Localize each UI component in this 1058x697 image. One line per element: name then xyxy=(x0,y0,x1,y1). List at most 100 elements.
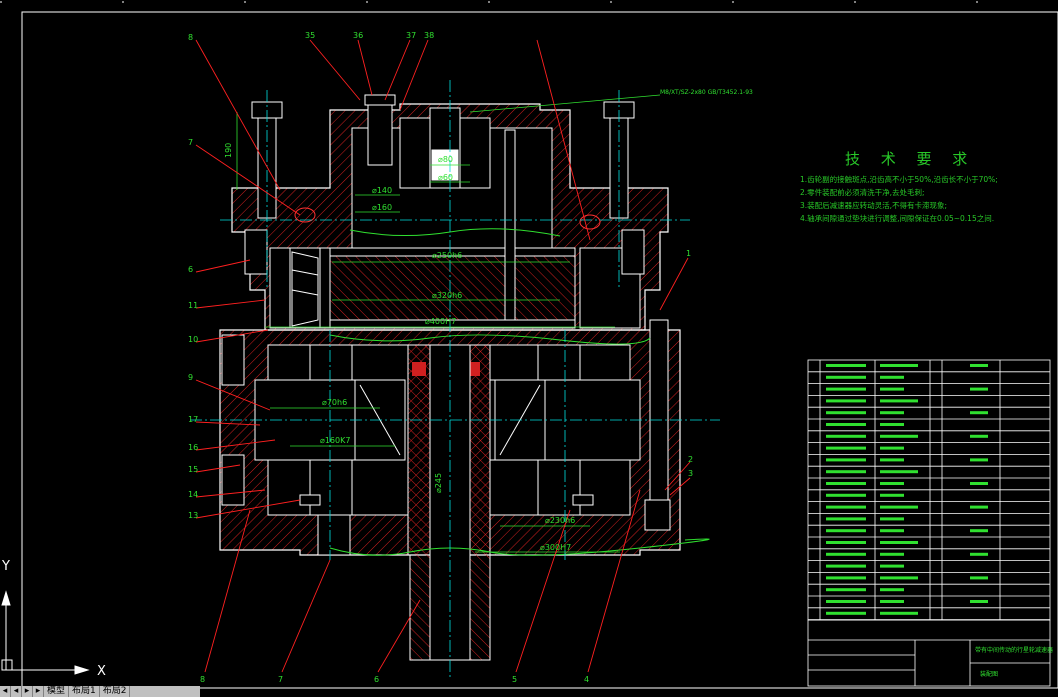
dim-d320: ⌀320h6 xyxy=(432,291,462,300)
part-row-name-13 xyxy=(880,517,904,521)
tab-layout2[interactable]: 布局2 xyxy=(100,686,131,697)
tech-item-3: 3.装配后减速器应转动灵活,不得有卡滞现象; xyxy=(800,201,948,210)
dim-d140: ⌀140 xyxy=(372,186,392,195)
dim-d245: ⌀245 xyxy=(434,473,443,493)
ucs-y-label: Y xyxy=(1,559,10,574)
balloon-left-0: 8 xyxy=(188,33,193,42)
dim-note-top: M8/XT/SZ-2x80 GB/T3452.1-93 xyxy=(660,89,753,96)
part-row-name-10 xyxy=(880,482,904,485)
part-row-material-20 xyxy=(970,600,988,603)
part-row-material-6 xyxy=(970,434,988,438)
balloon-top-3: 38 xyxy=(424,31,434,40)
cad-drawing[interactable]: 87611109171615141335 36 37 381238 7 6 5 4 ⌀250h… xyxy=(0,0,1058,697)
balloon-right-0: 1 xyxy=(686,249,691,258)
part-row-code-3 xyxy=(826,399,866,403)
part-row-material-14 xyxy=(970,529,988,533)
part-row-name-9 xyxy=(880,470,918,474)
balloon-bottom-4: 4 xyxy=(584,675,589,684)
balloon-right-1: 2 xyxy=(688,455,693,464)
part-row-name-6 xyxy=(880,434,918,438)
part-row-code-20 xyxy=(826,600,866,603)
part-row-name-21 xyxy=(880,611,918,615)
dim-190: 190 xyxy=(224,143,233,158)
part-row-code-7 xyxy=(826,446,866,450)
ucs-icon xyxy=(1,590,90,675)
part-row-name-2 xyxy=(880,387,904,391)
balloon-left-5: 9 xyxy=(188,373,193,382)
part-row-material-12 xyxy=(970,505,988,509)
part-row-code-8 xyxy=(826,458,866,462)
dim-d400: ⌀400H7 xyxy=(425,317,456,326)
part-row-name-20 xyxy=(880,600,904,603)
balloon-left-2: 6 xyxy=(188,265,193,274)
dim-d160: ⌀160 xyxy=(372,203,392,212)
dim-d300: ⌀300H7 xyxy=(540,543,571,552)
tab-nav-first-icon[interactable]: ◂ xyxy=(0,686,11,697)
part-row-name-19 xyxy=(880,588,904,592)
balloon-right-2: 3 xyxy=(688,469,693,478)
balloon-bottom-3: 5 xyxy=(512,675,517,684)
part-row-material-10 xyxy=(970,482,988,485)
part-row-material-8 xyxy=(970,458,988,462)
parts-list-table xyxy=(807,359,1051,621)
balloon-left-9: 14 xyxy=(188,490,198,499)
balloon-top-0: 35 xyxy=(305,31,315,40)
part-row-code-2 xyxy=(826,387,866,391)
balloon-left-8: 15 xyxy=(188,465,198,474)
drawing-canvas[interactable]: 8 7 6 11 10 9 17 16 15 14 13 35 36 37 38 1 2 3 8 7 6 5 4 ⌀250h… xyxy=(0,0,1058,697)
part-row-name-7 xyxy=(880,446,904,450)
balloon-left-7: 16 xyxy=(188,443,198,452)
part-row-name-12 xyxy=(880,505,918,509)
part-row-code-13 xyxy=(826,517,866,521)
dim-d70: ⌀70h6 xyxy=(322,398,347,407)
balloon-top-1: 36 xyxy=(353,31,363,40)
part-row-material-18 xyxy=(970,576,988,580)
part-row-name-14 xyxy=(880,529,904,533)
part-row-code-5 xyxy=(826,423,866,426)
part-row-name-16 xyxy=(880,552,904,556)
balloon-left-1: 7 xyxy=(188,138,193,147)
layout-tabs: ◂ ◂ ▸ ▸ 模型 布局1 布局2 xyxy=(0,686,200,697)
balloon-bottom-2: 6 xyxy=(374,675,379,684)
part-row-code-6 xyxy=(826,434,866,438)
part-row-code-4 xyxy=(826,411,866,415)
tech-item-2: 2.零件装配前必须清洗干净,去处毛刺; xyxy=(800,188,925,197)
drawing-subtitle: 装配图 xyxy=(980,670,998,678)
balloon-top-2: 37 xyxy=(406,31,416,40)
balloon-left-10: 13 xyxy=(188,511,198,520)
part-row-name-3 xyxy=(880,399,918,403)
part-row-name-8 xyxy=(880,458,904,462)
balloon-left-3: 11 xyxy=(188,301,198,310)
ucs-x-label: X xyxy=(97,664,106,679)
tab-nav-next-icon[interactable]: ▸ xyxy=(22,686,33,697)
dim-d60: ⌀60 xyxy=(438,173,453,182)
tech-title: 技 术 要 求 xyxy=(845,150,976,168)
part-row-code-11 xyxy=(826,493,866,497)
part-row-name-17 xyxy=(880,564,904,568)
tab-nav-prev-icon[interactable]: ◂ xyxy=(11,686,22,697)
part-row-code-17 xyxy=(826,564,866,568)
tab-model[interactable]: 模型 xyxy=(44,686,70,697)
tech-item-1: 1.齿轮副的接触斑点,沿齿高不小于50%,沿齿长不小于70%; xyxy=(800,175,998,184)
tab-layout1[interactable]: 布局1 xyxy=(69,686,100,697)
part-row-material-16 xyxy=(970,552,988,556)
part-row-code-16 xyxy=(826,552,866,556)
dim-d250: ⌀250h6 xyxy=(432,251,462,260)
balloon-left-6: 17 xyxy=(188,415,198,424)
part-row-name-15 xyxy=(880,541,918,544)
part-row-name-4 xyxy=(880,411,904,415)
balloon-left-4: 10 xyxy=(188,335,198,344)
part-row-code-21 xyxy=(826,611,866,615)
part-row-code-12 xyxy=(826,505,866,509)
part-row-material-4 xyxy=(970,411,988,415)
drawing-title: 带有中间传动的行星轮减速器 xyxy=(975,646,1053,654)
part-row-material-2 xyxy=(970,387,988,391)
technical-requirements: 技 术 要 求 1.齿轮副的接触斑点,沿齿高不小于50%,沿齿长不小于70%; … xyxy=(800,148,998,225)
part-row-name-0 xyxy=(880,364,918,367)
part-row-code-0 xyxy=(826,364,866,367)
part-row-code-14 xyxy=(826,529,866,533)
tab-nav-last-icon[interactable]: ▸ xyxy=(33,686,44,697)
part-row-code-19 xyxy=(826,588,866,592)
part-row-name-5 xyxy=(880,423,904,426)
balloon-bottom-1: 7 xyxy=(278,675,283,684)
